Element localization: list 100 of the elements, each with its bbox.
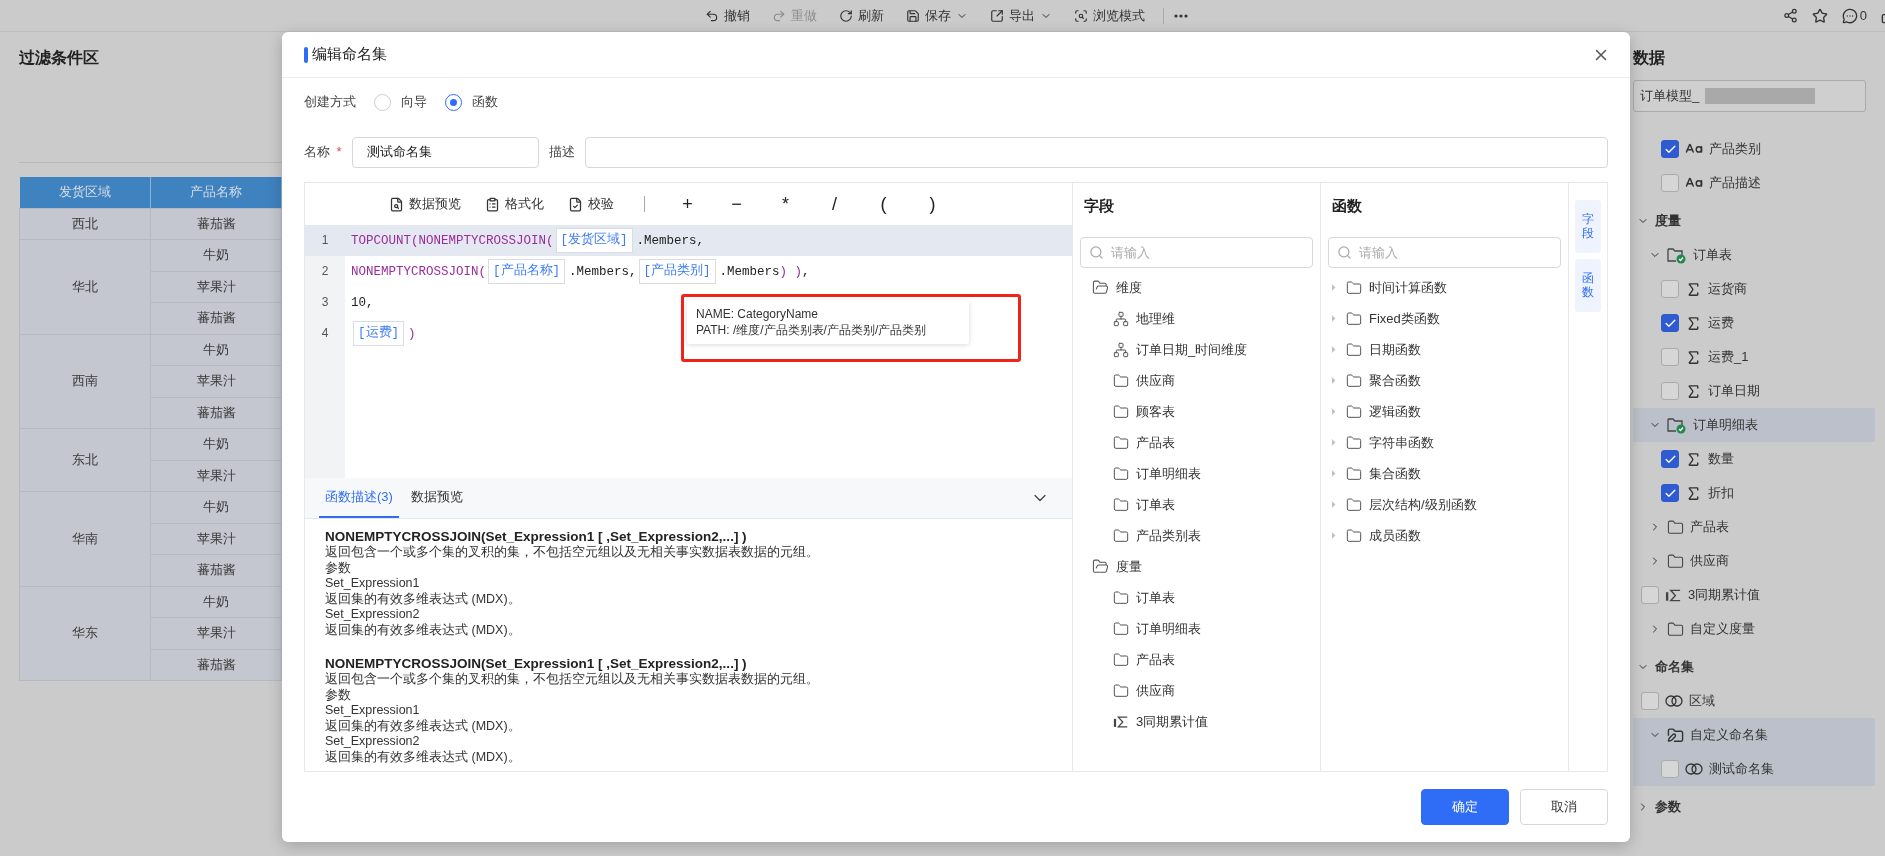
tree-item[interactable]: 产品表 — [1080, 427, 1313, 458]
share-icon — [1782, 8, 1798, 23]
tree-item[interactable]: 供应商 — [1080, 365, 1313, 396]
star-button[interactable] — [1811, 7, 1828, 24]
tree-item[interactable]: 运费_1 — [1633, 340, 1875, 374]
side-tab[interactable]: 字段 — [1575, 200, 1601, 253]
model-select[interactable]: 订单模型_ — [1633, 80, 1866, 112]
tab[interactable]: 函数描述(3) — [319, 478, 399, 518]
tree-item[interactable]: 运货商 — [1633, 272, 1875, 306]
checkbox[interactable] — [1661, 484, 1679, 502]
tree-item[interactable]: 3同期累计值 — [1080, 706, 1313, 737]
cancel-button[interactable]: 取消 — [1520, 789, 1608, 825]
tree-item[interactable]: 3同期累计值 — [1633, 578, 1875, 612]
tree-item[interactable]: 成员函数 — [1328, 520, 1561, 551]
search-field[interactable]: 请输入 — [1080, 237, 1313, 268]
tab[interactable]: 数据预览 — [404, 478, 469, 518]
operator-button[interactable]: * — [765, 193, 806, 215]
checkbox[interactable] — [1661, 348, 1679, 366]
confirm-button[interactable]: 确定 — [1421, 789, 1509, 825]
tree-item[interactable]: 区域 — [1633, 684, 1875, 718]
tree-item[interactable]: 产品描述 — [1633, 166, 1875, 200]
tree-item[interactable]: 维度 — [1080, 272, 1313, 303]
folder-icon — [1113, 589, 1129, 606]
operator-button[interactable]: ) — [912, 193, 953, 215]
tree-item[interactable]: 订单表 — [1080, 582, 1313, 613]
tree-item[interactable]: 产品类别 — [1633, 132, 1875, 166]
checkbox[interactable] — [1661, 174, 1679, 192]
tree-section[interactable]: 度量 — [1633, 204, 1875, 238]
checkbox[interactable] — [1661, 280, 1679, 298]
tree-item[interactable]: Fixed类函数 — [1328, 303, 1561, 334]
checkbox[interactable] — [1641, 692, 1659, 710]
tree-item[interactable]: 运费 — [1633, 306, 1875, 340]
tree-item[interactable]: 自定义度量 — [1633, 612, 1875, 646]
checkbox[interactable] — [1661, 314, 1679, 332]
tree-item[interactable]: 订单日期 — [1633, 374, 1875, 408]
folder-icon — [1667, 552, 1684, 570]
checkbox[interactable] — [1661, 450, 1679, 468]
undo-button[interactable]: 撤销 — [697, 4, 758, 27]
tree-item[interactable]: 集合函数 — [1328, 458, 1561, 489]
operator-button[interactable]: + — [667, 193, 708, 215]
export-button[interactable]: 导出 — [982, 4, 1060, 27]
table-cell: 蕃茄酱 — [150, 554, 282, 586]
tree-item[interactable]: 折扣 — [1633, 476, 1875, 510]
tree-item[interactable]: 度量 — [1080, 551, 1313, 582]
description-input[interactable] — [584, 136, 1608, 168]
operator-button[interactable]: − — [716, 193, 757, 215]
folder-icon — [1346, 496, 1362, 513]
refresh-button[interactable]: 刷新 — [831, 4, 892, 27]
format-button[interactable]: 格式化 — [477, 193, 552, 215]
tree-item[interactable]: 产品表 — [1633, 510, 1875, 544]
tree-item[interactable]: 产品表 — [1080, 644, 1313, 675]
tree-item[interactable]: 订单明细表 — [1080, 613, 1313, 644]
share-button[interactable] — [1782, 8, 1798, 23]
table-cell: 东北 — [19, 428, 151, 492]
operator-button[interactable]: / — [814, 193, 855, 215]
search-field[interactable]: 请输入 — [1328, 237, 1561, 268]
tree-item[interactable]: 测试命名集 — [1633, 752, 1875, 786]
code-keyword: NONEMPTYCROSSJOIN( — [351, 264, 487, 279]
radio-option[interactable]: 函数 — [445, 93, 498, 111]
checkbox[interactable] — [1641, 586, 1659, 604]
operator-button[interactable]: ( — [863, 193, 904, 215]
validate-button[interactable]: 校验 — [560, 193, 622, 215]
tree-item[interactable]: 日期函数 — [1328, 334, 1561, 365]
tree-item[interactable]: 订单表 — [1080, 489, 1313, 520]
tree-item[interactable]: 自定义命名集 — [1633, 718, 1875, 752]
comment-button[interactable]: 0 — [1841, 7, 1867, 24]
tree-item[interactable]: 逻辑函数 — [1328, 396, 1561, 427]
tree-item[interactable]: 地理维 — [1080, 303, 1313, 334]
table-cell: 蕃茄酱 — [150, 649, 282, 681]
tree-item[interactable]: 订单日期_时间维度 — [1080, 334, 1313, 365]
radio-option[interactable]: 向导 — [374, 93, 427, 111]
side-tab[interactable]: 函数 — [1575, 259, 1601, 312]
tree-item[interactable]: 订单表 — [1633, 238, 1875, 272]
tree-item[interactable]: 顾客表 — [1080, 396, 1313, 427]
checkbox[interactable] — [1661, 760, 1679, 778]
field-label: 名称 * — [304, 143, 342, 161]
tree-item[interactable]: 字符串函数 — [1328, 427, 1561, 458]
save-button[interactable]: 保存 — [898, 4, 976, 27]
table-cell: 牛奶 — [150, 586, 282, 618]
tree-item[interactable]: 订单明细表 — [1080, 458, 1313, 489]
checkbox[interactable] — [1661, 382, 1679, 400]
tree-item[interactable]: 供应商 — [1633, 544, 1875, 578]
table-cell: 华北 — [19, 239, 151, 334]
tree-section[interactable]: 命名集 — [1633, 650, 1875, 684]
folder-icon — [1346, 279, 1362, 296]
tree-item[interactable]: 聚合函数 — [1328, 365, 1561, 396]
tree-section[interactable]: 参数 — [1633, 790, 1875, 824]
tree-item[interactable]: 时间计算函数 — [1328, 272, 1561, 303]
table-cell: 苹果汁 — [150, 460, 282, 492]
tree-item[interactable]: 供应商 — [1080, 675, 1313, 706]
name-input[interactable]: 测试命名集 — [351, 136, 539, 168]
tree-item[interactable]: 订单明细表 — [1633, 408, 1875, 442]
data-preview-button[interactable]: 数据预览 — [381, 193, 469, 215]
tree-item[interactable]: 层次结构/级别函数 — [1328, 489, 1561, 520]
tree-item[interactable]: 数量 — [1633, 442, 1875, 476]
tree-item[interactable]: 产品类别表 — [1080, 520, 1313, 551]
preview-mode-button[interactable]: 浏览模式 — [1066, 4, 1153, 27]
checkbox[interactable] — [1661, 140, 1679, 158]
more-button[interactable] — [1174, 13, 1188, 18]
code-keyword: ) ) — [779, 264, 803, 279]
